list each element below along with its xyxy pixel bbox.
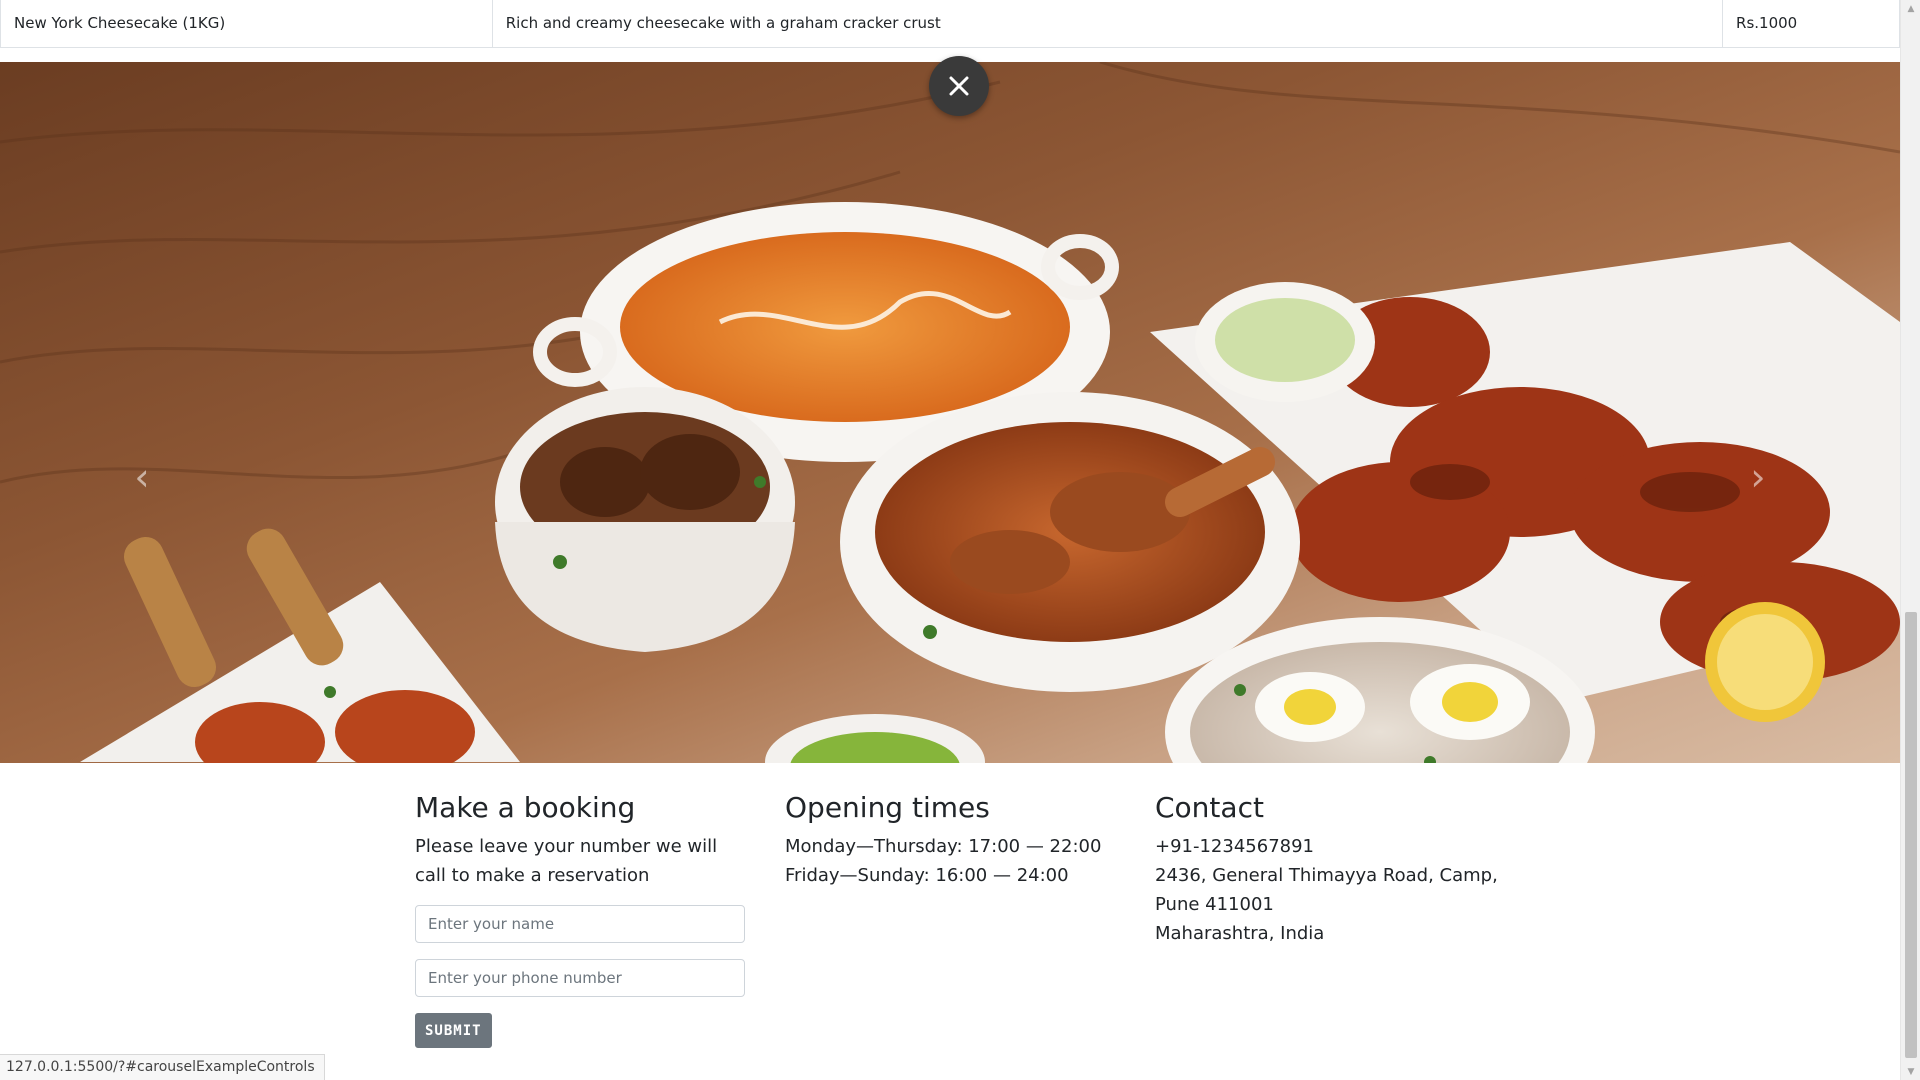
close-icon <box>949 76 969 96</box>
menu-item-price: Rs.1000 <box>1722 0 1900 48</box>
menu-item-name: New York Cheesecake (1KG) <box>0 0 493 48</box>
phone-input[interactable] <box>415 959 745 997</box>
opening-times-title: Opening times <box>785 791 990 824</box>
contact-address: 2436, General Thimayya Road, Camp, Pune … <box>1155 865 1498 915</box>
chevron-left-icon: ‹ <box>134 455 150 499</box>
opening-times-weekend: Friday—Sunday: 16:00 — 24:00 <box>785 865 1069 886</box>
submit-button[interactable]: SUBMIT <box>415 1013 492 1048</box>
opening-times-section: Opening times Monday—Thursday: 17:00 — 2… <box>785 790 1115 890</box>
page: New York Cheesecake (1KG) Rich and cream… <box>0 0 1900 1080</box>
scroll-thumb[interactable] <box>1905 612 1917 1058</box>
booking-description: Please leave your number we will call to… <box>415 836 718 886</box>
close-button[interactable] <box>929 56 989 116</box>
table-row: New York Cheesecake (1KG) Rich and cream… <box>0 0 1900 48</box>
booking-title: Make a booking <box>415 791 636 824</box>
menu-item-description: Rich and creamy cheesecake with a graham… <box>491 0 1724 48</box>
contact-title: Contact <box>1155 791 1264 824</box>
contact-phone: +91-1234567891 <box>1155 836 1315 857</box>
carousel-next-control[interactable]: › <box>1728 442 1788 512</box>
carousel-prev-control[interactable]: ‹ <box>112 442 172 512</box>
contact-region: Maharashtra, India <box>1155 923 1325 944</box>
booking-section: Make a booking Please leave your number … <box>415 790 745 1048</box>
chevron-right-icon: › <box>1750 455 1766 499</box>
scroll-up-icon[interactable]: ▲ <box>1901 0 1920 17</box>
scroll-down-icon[interactable]: ▼ <box>1901 1063 1920 1080</box>
menu-table: New York Cheesecake (1KG) Rich and cream… <box>0 0 1900 48</box>
status-bar-url: 127.0.0.1:5500/?#carouselExampleControls <box>0 1054 325 1080</box>
contact-section: Contact +91-1234567891 2436, General Thi… <box>1155 790 1515 948</box>
food-carousel: ‹ › <box>0 62 1900 763</box>
food-image <box>0 62 1900 763</box>
name-input[interactable] <box>415 905 745 943</box>
vertical-scrollbar[interactable]: ▲ ▼ <box>1900 0 1920 1080</box>
opening-times-weekday: Monday—Thursday: 17:00 — 22:00 <box>785 836 1102 857</box>
